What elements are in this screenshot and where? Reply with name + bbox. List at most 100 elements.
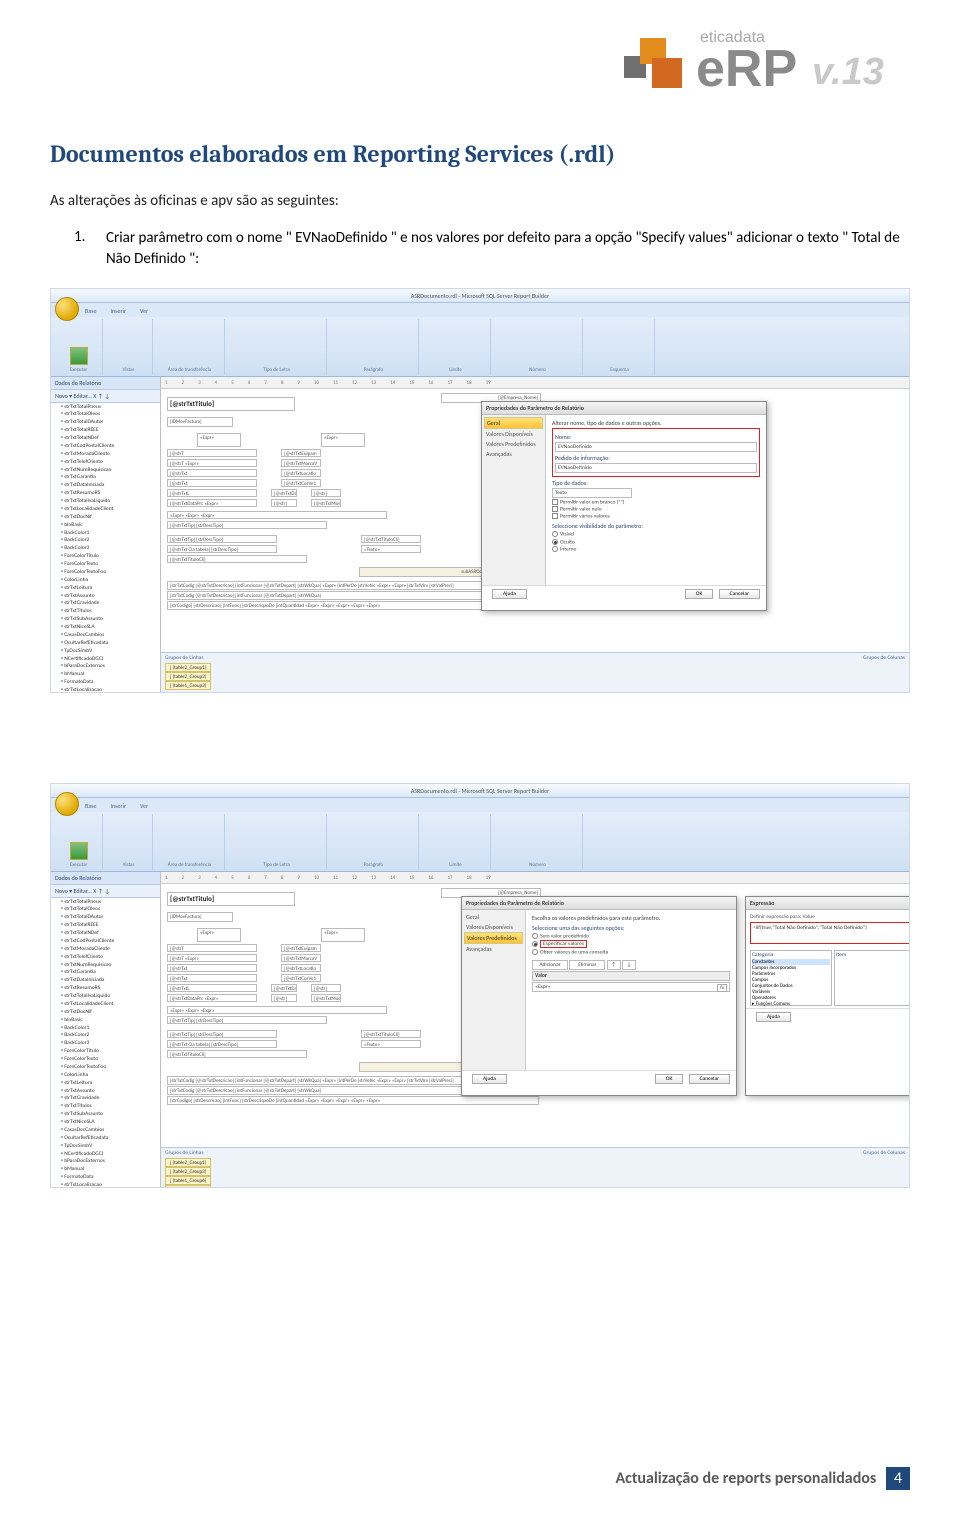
design-cell[interactable]: [@strTxt: [167, 964, 257, 972]
design-cell[interactable]: [@strTxtTip] [strDescTipo]: [167, 521, 327, 529]
design-cell[interactable]: [@strTxtEuipam «Expr»: [281, 449, 321, 457]
tree-item[interactable]: ▫ strTxtTitulos: [51, 1103, 160, 1111]
tree-item[interactable]: ▫ strTxtNumRequisicao: [51, 466, 160, 474]
tree-item[interactable]: ▫ strTxtDataIniciada: [51, 977, 160, 985]
design-cell[interactable]: [IDMovFactura]: [167, 912, 233, 922]
design-cell[interactable]: [@strTxtDataEnt «Expr»: [271, 984, 297, 992]
nav-geral[interactable]: Geral: [464, 912, 523, 922]
tree-item[interactable]: ▫ strTxtNiceSLA: [51, 624, 160, 632]
tree-item[interactable]: ▫ BackColor2: [51, 1032, 160, 1040]
input-prompt[interactable]: EVNaoDefinido: [555, 463, 757, 473]
chk-null[interactable]: Permitir valor nulo: [552, 506, 760, 512]
tree-item[interactable]: ▫ bManual: [51, 1166, 160, 1174]
sub-report[interactable]: subASROocumen: [359, 567, 499, 577]
panel-toolbar[interactable]: Novo ▾ Editar... X ↑ ↓: [51, 885, 160, 898]
tree-item[interactable]: ▫ strTxtTotalNDef: [51, 930, 160, 938]
tree-item[interactable]: ▫ blnBasic: [51, 521, 160, 529]
row-group-item[interactable]: [ (table1_Group3): [165, 681, 211, 690]
tree-item[interactable]: ▫ strTxtLocalizacao: [51, 1182, 160, 1188]
tree-item[interactable]: ▫ strTxtLocalizacao: [51, 687, 160, 693]
tree-item[interactable]: ▫ strTxtTotalREEE: [51, 922, 160, 930]
row-group-item[interactable]: [ (table2_Group1): [165, 663, 211, 672]
design-cell[interactable]: «Expr» «Expr» «Expr»: [167, 511, 387, 519]
tree-item[interactable]: ▫ bManual: [51, 671, 160, 679]
tree-item[interactable]: ▫ strTxtGravidade: [51, 600, 160, 608]
design-cell[interactable]: [@strTxtMoeda] [@strTxtCambio] [@strTxtD…: [311, 994, 341, 1002]
tree-item[interactable]: ▫ strTxtAssunto: [51, 592, 160, 600]
tab-inserir[interactable]: Inserir: [110, 800, 126, 810]
radio-oculto[interactable]: Oculto: [552, 539, 760, 545]
design-cell[interactable]: «Expr»: [321, 433, 365, 447]
tree-item[interactable]: ▫ blnBasic: [51, 1016, 160, 1024]
design-cell[interactable]: «Texto»: [361, 1040, 421, 1048]
tree-item[interactable]: ▫ strTxtDocNif: [51, 1008, 160, 1016]
tree-item[interactable]: ▫ ColorLinha: [51, 1071, 160, 1079]
cancel-button[interactable]: Cancelar: [689, 1074, 730, 1084]
tree-item[interactable]: ▫ strTxtGravidade: [51, 1095, 160, 1103]
design-cell[interactable]: [@strTxtTip] [strDescTipo]: [167, 535, 277, 543]
tree-item[interactable]: ▫ NCertificadoDGCI: [51, 655, 160, 663]
tree-item[interactable]: ▫ strTxtTotalNDef: [51, 435, 160, 443]
design-cell[interactable]: «Expr»: [197, 928, 241, 942]
tree-item[interactable]: ▫ ForeColorTextoFoo: [51, 568, 160, 576]
design-cell[interactable]: [@strTxtTituloCli]: [167, 555, 307, 563]
design-cell[interactable]: [@strTxtMarcaV «Expr»: [281, 954, 321, 962]
nav-valores-pred[interactable]: Valores Predefinidos: [464, 932, 523, 944]
design-cell[interactable]: [@strTxt: [167, 479, 257, 487]
design-cell[interactable]: [@strT «Expr»: [167, 459, 257, 467]
fx-button[interactable]: fx: [717, 984, 727, 992]
tree-item[interactable]: ▫ strTxtCodPostalCliente: [51, 937, 160, 945]
design-cell[interactable]: «Expr»: [197, 433, 241, 447]
down-button[interactable]: ↓: [622, 960, 636, 970]
design-cell[interactable]: [@strTxt: [167, 469, 257, 477]
nav-valores-disp[interactable]: Valores Disponíveis: [464, 922, 523, 932]
radio-query[interactable]: Obter valores de uma consulta: [532, 949, 730, 955]
tree-item[interactable]: ▫ strTxtTelefCliente: [51, 458, 160, 466]
design-cell[interactable]: «Expr» «Expr» «Expr»: [167, 1006, 387, 1014]
expr-row[interactable]: [strCodigo] [strDescricao] [intFunc] [st…: [167, 1096, 539, 1105]
design-cell[interactable]: [@strT «Expr»: [167, 954, 257, 962]
design-cell[interactable]: [@strTxtMarcaV «Expr»: [281, 459, 321, 467]
tree-item[interactable]: ▫ strTxtTotalDAutor: [51, 419, 160, 427]
tree-item[interactable]: ▫ OcultarRefEticadata: [51, 639, 160, 647]
office-orb-icon[interactable]: [55, 297, 79, 321]
nav-avancadas[interactable]: Avançadas: [464, 944, 523, 954]
design-cell[interactable]: [@strTxtDataPrc «Expr»: [167, 499, 257, 507]
tree-item[interactable]: ▫ TpDocSimbV: [51, 647, 160, 655]
tree-item[interactable]: ▫ BackColor1: [51, 1024, 160, 1032]
tree-item[interactable]: ▫ ForeColorTexto: [51, 1056, 160, 1064]
tree-item[interactable]: ▫ strTxtResumoRS: [51, 985, 160, 993]
tree-item[interactable]: ▫ strTxtTotalPneus: [51, 898, 160, 906]
office-orb-icon[interactable]: [55, 792, 79, 816]
tree-item[interactable]: ▫ ColorLinha: [51, 576, 160, 584]
design-cell[interactable]: [@str] «Expr»: [271, 499, 297, 507]
cancel-button[interactable]: Cancelar: [719, 589, 760, 599]
tree-item[interactable]: ▫ strTxtTitulos: [51, 608, 160, 616]
design-cell[interactable]: [@strTxtLocatio «Expr»: [281, 469, 321, 477]
design-cell[interactable]: «Expr»: [321, 928, 365, 942]
tree-item[interactable]: ▫ strTxtLocalidadeClient: [51, 505, 160, 513]
tree-item[interactable]: ▫ strTxtTotalOleos: [51, 906, 160, 914]
row-group-item[interactable]: [ (table1_Group6): [165, 1176, 211, 1185]
design-cell[interactable]: [@strTxtDataPrc «Expr»: [167, 994, 257, 1002]
tree-item[interactable]: ▫ bParaDocExternos: [51, 1158, 160, 1166]
tree-item[interactable]: ▫ BackColor2: [51, 537, 160, 545]
input-nome[interactable]: EVNaoDefinido: [555, 442, 757, 452]
tree-item[interactable]: ▫ strTxtMoradaCliente: [51, 450, 160, 458]
design-cell[interactable]: [@strT: [167, 944, 257, 952]
tree-item[interactable]: ▫ strTxtGarantia: [51, 969, 160, 977]
tree-item[interactable]: ▫ strTxtNumRequisicao: [51, 961, 160, 969]
tree-item[interactable]: ▫ TpDocSimbV: [51, 1142, 160, 1150]
tree-item[interactable]: ▫ strTxtSubAssunto: [51, 1111, 160, 1119]
tab-ver[interactable]: Ver: [140, 305, 148, 315]
tree-item[interactable]: ▫ ForeColorTitulo: [51, 553, 160, 561]
radio-visivel[interactable]: Visível: [552, 531, 760, 537]
design-cell[interactable]: [@strTxtTip] [strDescTipo]: [167, 1030, 277, 1038]
tree-item[interactable]: ▫ strTxtNiceSLA: [51, 1119, 160, 1127]
chk-multi[interactable]: Permitir vários valores: [552, 513, 760, 519]
design-cell[interactable]: [@strTxtCorVe1 «Expr»: [281, 974, 321, 982]
radio-interno[interactable]: Interno: [552, 546, 760, 552]
tree-item[interactable]: ▫ strTxtAssunto: [51, 1087, 160, 1095]
tree-item[interactable]: ▫ NCertificadoDGCI: [51, 1150, 160, 1158]
design-cell[interactable]: [@strTxtEuipam «Expr»: [281, 944, 321, 952]
